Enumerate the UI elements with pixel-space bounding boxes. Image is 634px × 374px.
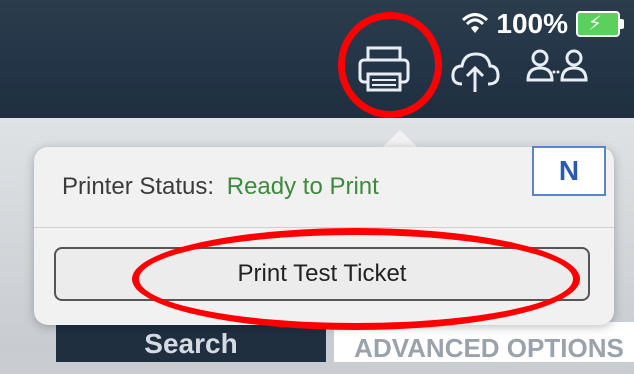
users-icon[interactable] [526,46,588,90]
printer-status-label: Printer Status: [62,173,215,200]
battery-percent: 100% [496,8,568,39]
highlight-button [132,228,580,330]
battery-charging-icon: ⚡ [576,11,624,37]
highlight-printer [338,12,442,118]
printer-status-value: Ready to Print [226,173,379,200]
wifi-icon [462,13,489,33]
search-button[interactable]: Search [56,322,326,362]
status-bar: 100% ⚡ [462,6,624,42]
top-toolbar: 100% ⚡ [0,0,634,118]
printer-status: Printer Status: Ready to Print [62,173,379,201]
annotation-badge: N [532,146,606,196]
cloud-upload-icon[interactable] [450,46,500,94]
